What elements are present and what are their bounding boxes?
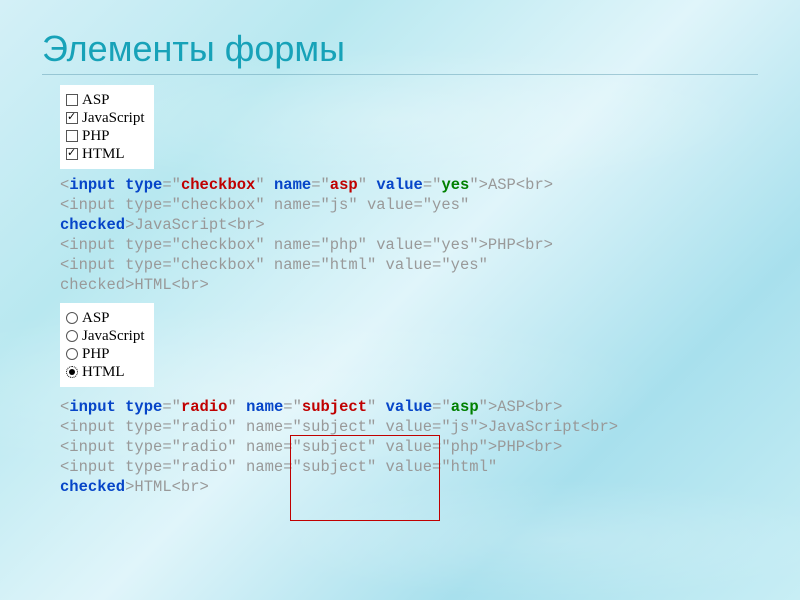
checkbox-icon[interactable]	[66, 94, 78, 106]
list-item: JavaScript	[66, 109, 144, 127]
code-block-checkbox: <input type="checkbox" name="asp" value=…	[60, 175, 758, 295]
checkbox-icon[interactable]	[66, 148, 78, 160]
radio-label: JavaScript	[82, 327, 144, 345]
checkbox-icon[interactable]	[66, 130, 78, 142]
radio-icon[interactable]	[66, 366, 78, 378]
list-item: JavaScript	[66, 327, 144, 345]
radio-icon[interactable]	[66, 348, 78, 360]
list-item: HTML	[66, 363, 144, 381]
checkbox-label: HTML	[82, 145, 125, 163]
checkbox-preview-panel: ASP JavaScript PHP HTML	[60, 85, 154, 169]
radio-label: ASP	[82, 309, 110, 327]
radio-label: PHP	[82, 345, 110, 363]
checkbox-icon[interactable]	[66, 112, 78, 124]
checkbox-label: ASP	[82, 91, 110, 109]
list-item: PHP	[66, 127, 144, 145]
code-block-radio: <input type="radio" name="subject" value…	[60, 397, 758, 497]
slide-title: Элементы формы	[42, 28, 758, 75]
radio-icon[interactable]	[66, 330, 78, 342]
list-item: ASP	[66, 309, 144, 327]
checkbox-label: PHP	[82, 127, 110, 145]
radio-preview-panel: ASP JavaScript PHP HTML	[60, 303, 154, 387]
checkbox-label: JavaScript	[82, 109, 144, 127]
radio-label: HTML	[82, 363, 125, 381]
list-item: HTML	[66, 145, 144, 163]
list-item: ASP	[66, 91, 144, 109]
list-item: PHP	[66, 345, 144, 363]
radio-icon[interactable]	[66, 312, 78, 324]
